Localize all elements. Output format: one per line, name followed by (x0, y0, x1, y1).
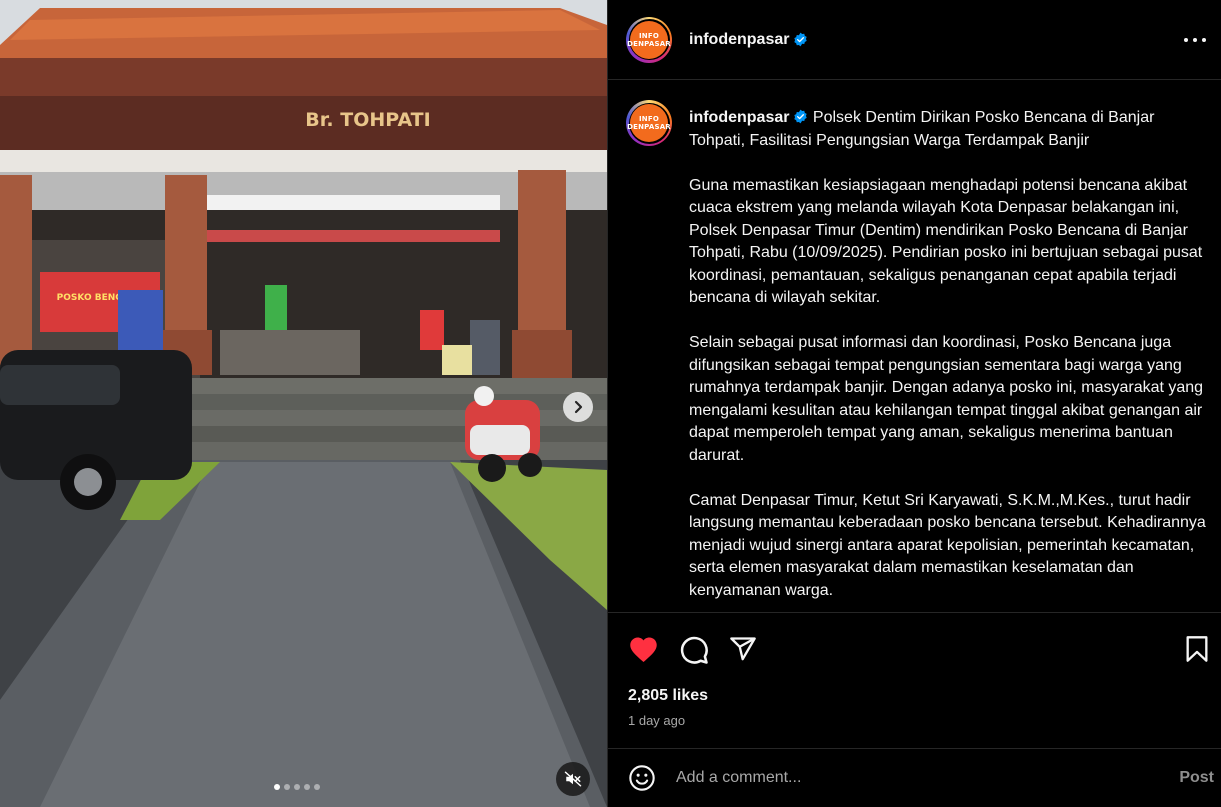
likes-count[interactable]: 2,805 likes (628, 687, 708, 705)
avatar-text-line: DENPASAR (627, 39, 671, 48)
comment-bar: Add a comment... Post (608, 748, 1221, 807)
post-comment-button[interactable]: Post (1179, 769, 1214, 787)
comment-icon (680, 636, 708, 664)
dot-icon (1193, 38, 1197, 42)
caption-username[interactable]: infodenpasar (689, 109, 789, 126)
caption-paragraph: Selain sebagai pusat informasi dan koord… (689, 334, 1204, 464)
post-media[interactable]: Br. TOHPATI POSKO BENCANA (0, 0, 607, 807)
caption-paragraph: Guna memastikan kesiapsiagaan menghadapi… (689, 176, 1203, 307)
bookmark-icon (1186, 636, 1208, 662)
comment-button[interactable] (679, 635, 709, 670)
slide-dot (294, 784, 300, 790)
avatar-text-line: DENPASAR (627, 123, 671, 131)
verified-badge-icon (794, 109, 808, 124)
post-header: INFO DENPASAR infodenpasar (608, 0, 1221, 80)
caption-paragraph: Camat Denpasar Timur, Ketut Sri Karyawat… (689, 491, 1206, 599)
chevron-right-icon (574, 400, 583, 414)
caption-title-paragraph: infodenpasar Polsek Dentim Dirikan Posko… (689, 107, 1209, 152)
header-username[interactable]: infodenpasar (689, 31, 789, 49)
slide-dot (314, 784, 320, 790)
more-options-button[interactable] (1184, 30, 1206, 50)
dot-icon (1202, 38, 1206, 42)
post-side-panel: INFO DENPASAR infodenpasar INFO DENPASAR… (607, 0, 1221, 807)
mute-button[interactable] (556, 762, 590, 796)
share-button[interactable] (729, 635, 757, 668)
slide-dot (284, 784, 290, 790)
verified-badge-icon (794, 32, 808, 47)
avatar-text-line: INFO (639, 31, 659, 40)
next-slide-button[interactable] (563, 392, 593, 422)
slide-dot (304, 784, 310, 790)
post-caption: INFO DENPASAR infodenpasar Polsek Dentim… (626, 100, 1216, 610)
heart-filled-icon (630, 637, 657, 662)
post-timestamp[interactable]: 1 day ago (628, 713, 685, 728)
avatar[interactable]: INFO DENPASAR (626, 16, 672, 63)
avatar-text-line: INFO (639, 115, 659, 123)
like-button[interactable] (628, 635, 659, 668)
speaker-muted-icon (564, 771, 582, 787)
building-sign-text: Br. TOHPATI (305, 109, 430, 131)
post-actions: 2,805 likes 1 day ago (608, 612, 1221, 748)
send-icon (730, 637, 756, 661)
slide-indicator (274, 784, 320, 790)
emoji-icon[interactable] (628, 764, 656, 792)
save-button[interactable] (1185, 635, 1209, 668)
comment-input[interactable]: Add a comment... (676, 769, 1179, 787)
post-photo: Br. TOHPATI POSKO BENCANA (0, 0, 607, 807)
dot-icon (1184, 38, 1188, 42)
caption-avatar[interactable]: INFO DENPASAR (626, 100, 672, 146)
slide-dot (274, 784, 280, 790)
